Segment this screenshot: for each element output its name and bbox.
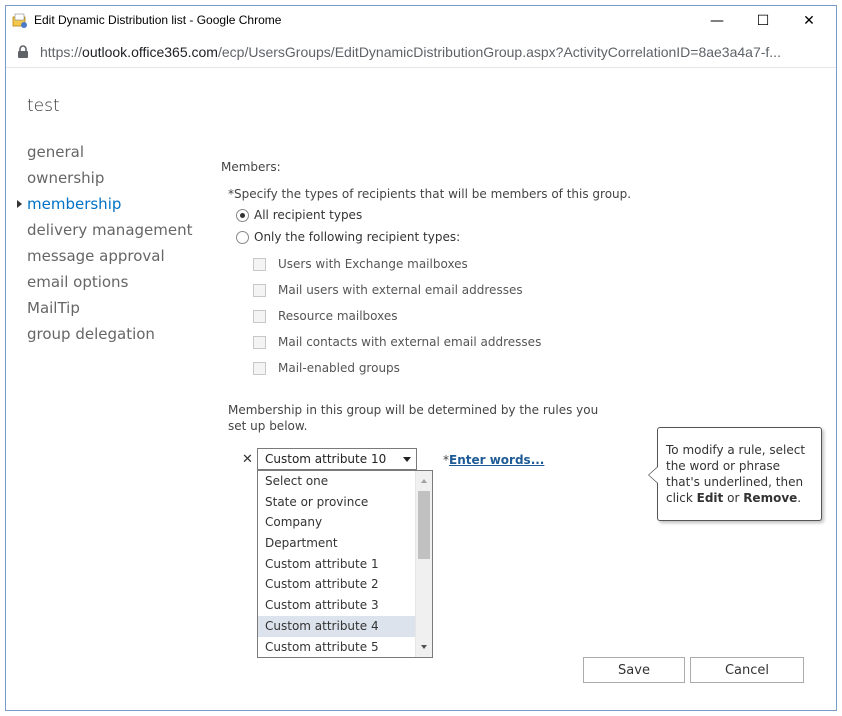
attribute-select[interactable]: Custom attribute 10 bbox=[257, 448, 417, 470]
window-title: Edit Dynamic Distribution list - Google … bbox=[34, 13, 282, 27]
nav-item-message-approval[interactable]: message approval bbox=[27, 246, 192, 272]
checkbox-label: Users with Exchange mailboxes bbox=[278, 257, 468, 271]
nav-item-label: membership bbox=[27, 195, 122, 213]
nav-item-delivery-management[interactable]: delivery management bbox=[27, 220, 192, 246]
radio-label: All recipient types bbox=[254, 208, 363, 222]
nav-item-group-delegation[interactable]: group delegation bbox=[27, 324, 192, 350]
url-host: outlook.office365.com bbox=[82, 44, 218, 60]
radio-all-recipient-types[interactable]: All recipient types bbox=[236, 208, 362, 222]
scroll-up-icon[interactable] bbox=[421, 479, 427, 483]
dropdown-scrollbar[interactable] bbox=[415, 471, 432, 657]
checkbox-mail-enabled-groups[interactable]: Mail-enabled groups bbox=[253, 361, 400, 375]
page-title: test bbox=[27, 96, 60, 116]
dropdown-option[interactable]: Department bbox=[258, 533, 416, 554]
browser-window: Edit Dynamic Distribution list - Google … bbox=[5, 5, 837, 711]
tooltip-edit-word: Edit bbox=[696, 491, 724, 505]
checkbox-label: Mail users with external email addresses bbox=[278, 283, 523, 297]
url-path: /ecp/UsersGroups/EditDynamicDistribution… bbox=[217, 44, 781, 60]
checkbox[interactable] bbox=[253, 335, 266, 349]
url-scheme: https:// bbox=[40, 44, 83, 60]
title-bar: Edit Dynamic Distribution list - Google … bbox=[6, 6, 836, 36]
checkbox-label: Mail contacts with external email addres… bbox=[278, 335, 542, 349]
nav-item-ownership[interactable]: ownership bbox=[27, 168, 192, 194]
dropdown-option[interactable]: Custom attribute 2 bbox=[258, 574, 416, 595]
cancel-button[interactable]: Cancel bbox=[690, 657, 804, 683]
tooltip-text: or bbox=[723, 491, 744, 505]
rule-help-tooltip: To modify a rule, select the word or phr… bbox=[648, 427, 822, 521]
maximize-button[interactable]: ☐ bbox=[740, 6, 786, 36]
app-icon bbox=[12, 13, 27, 28]
checkbox[interactable] bbox=[253, 283, 266, 297]
dropdown-option[interactable]: Select one bbox=[258, 471, 416, 492]
caret-right-icon bbox=[17, 200, 22, 208]
checkbox-mail-contacts-external[interactable]: Mail contacts with external email addres… bbox=[253, 335, 541, 349]
tooltip-tail bbox=[648, 466, 658, 484]
membership-rules-note: Membership in this group will be determi… bbox=[228, 403, 599, 433]
dropdown-option[interactable]: Custom attribute 5 bbox=[258, 637, 416, 658]
nav-item-general[interactable]: general bbox=[27, 142, 192, 168]
checkbox[interactable] bbox=[253, 309, 266, 323]
dropdown-option[interactable]: Company bbox=[258, 512, 416, 533]
enter-words-field: *Enter words... bbox=[443, 453, 544, 467]
remove-rule-icon[interactable]: ✕ bbox=[242, 452, 253, 467]
checkbox[interactable] bbox=[253, 257, 266, 271]
scroll-down-icon[interactable] bbox=[421, 645, 427, 649]
checkbox-label: Resource mailboxes bbox=[278, 309, 398, 323]
enter-words-link[interactable]: Enter words... bbox=[449, 453, 544, 467]
nav-item-email-options[interactable]: email options bbox=[27, 272, 192, 298]
dialog-content: test general ownership membership delive… bbox=[6, 68, 836, 711]
minimize-button[interactable]: — bbox=[694, 6, 740, 36]
checkbox[interactable] bbox=[253, 361, 266, 375]
dropdown-arrow-icon bbox=[403, 457, 411, 462]
url-text[interactable]: https://outlook.office365.com/ecp/UsersG… bbox=[40, 44, 781, 60]
dropdown-option[interactable]: Custom attribute 3 bbox=[258, 595, 416, 616]
checkbox-exchange-mailboxes[interactable]: Users with Exchange mailboxes bbox=[253, 257, 468, 271]
checkbox-resource-mailboxes[interactable]: Resource mailboxes bbox=[253, 309, 398, 323]
dropdown-option[interactable]: Custom attribute 1 bbox=[258, 554, 416, 575]
attribute-dropdown-list[interactable]: Select one State or province Company Dep… bbox=[257, 470, 433, 658]
save-button[interactable]: Save bbox=[583, 657, 685, 683]
radio-only-following-types[interactable]: Only the following recipient types: bbox=[236, 230, 460, 244]
checkbox-label: Mail-enabled groups bbox=[278, 361, 400, 375]
radio-button[interactable] bbox=[236, 230, 249, 244]
nav-item-membership[interactable]: membership bbox=[17, 194, 192, 220]
nav-item-mailtip[interactable]: MailTip bbox=[27, 298, 192, 324]
scrollbar-thumb[interactable] bbox=[418, 491, 430, 559]
members-label: Members: bbox=[221, 160, 281, 174]
close-button[interactable]: ✕ bbox=[786, 6, 832, 36]
dropdown-option-hovered[interactable]: Custom attribute 4 bbox=[258, 615, 416, 637]
radio-button-checked[interactable] bbox=[236, 208, 249, 222]
radio-label: Only the following recipient types: bbox=[254, 230, 461, 244]
dropdown-option[interactable]: State or province bbox=[258, 492, 416, 513]
lock-icon bbox=[18, 45, 28, 58]
tooltip-remove-word: Remove bbox=[743, 491, 798, 505]
specify-instruction: *Specify the types of recipients that wi… bbox=[228, 187, 632, 201]
tooltip-text: . bbox=[797, 491, 802, 505]
select-value: Custom attribute 10 bbox=[265, 452, 387, 466]
checkbox-mail-users-external[interactable]: Mail users with external email addresses bbox=[253, 283, 523, 297]
address-bar[interactable]: https://outlook.office365.com/ecp/UsersG… bbox=[6, 36, 836, 68]
sidebar-nav: general ownership membership delivery ma… bbox=[17, 142, 192, 350]
